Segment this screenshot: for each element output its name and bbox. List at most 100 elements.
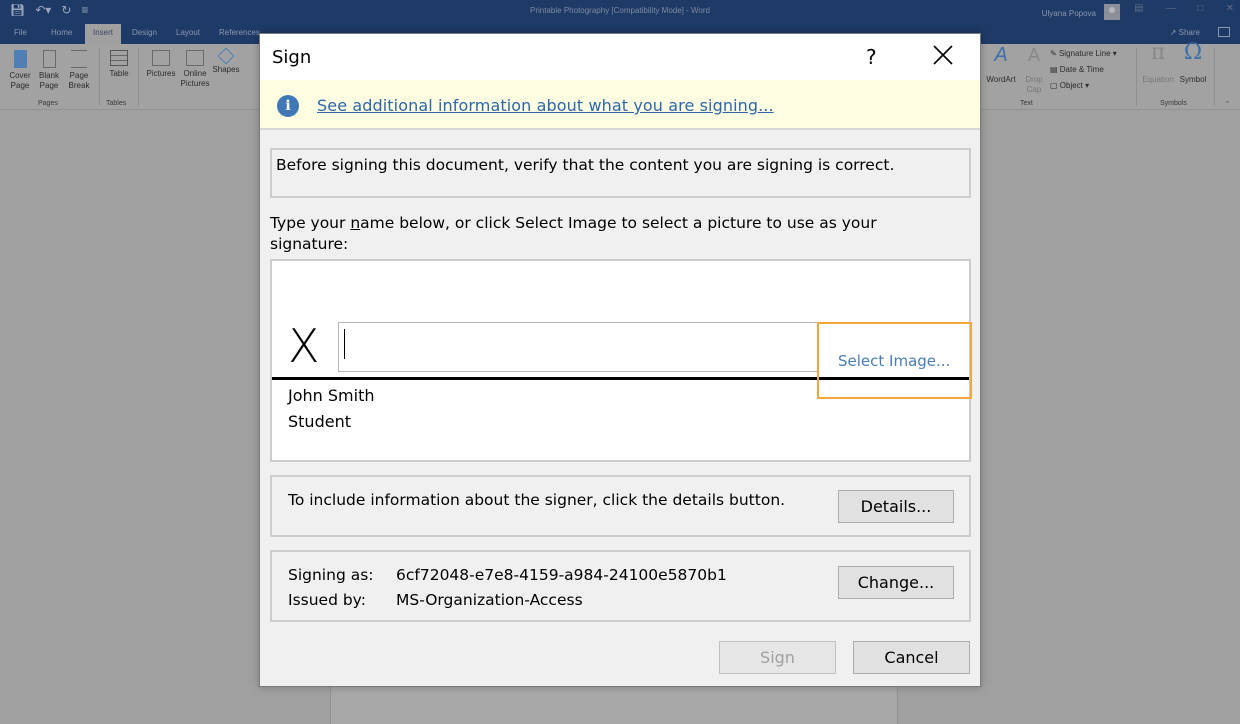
certificate-box: Signing as: 6cf72048-e7e8-4159-a984-2410… [270, 550, 971, 622]
signature-area: X Select Image... John Smith Student [270, 259, 972, 462]
minimize-icon[interactable]: — [1166, 3, 1176, 14]
page-break-button[interactable]: Page Break [64, 50, 94, 91]
change-button-label: Change... [857, 573, 935, 592]
close-icon [933, 45, 953, 65]
signature-instruction: Type your name below, or click Select Im… [270, 213, 920, 255]
group-label-pages: Pages [38, 100, 58, 107]
additional-info-link[interactable]: See additional information about what yo… [317, 96, 774, 115]
details-button-label: Details... [860, 497, 932, 516]
table-button[interactable]: Table [104, 50, 134, 79]
tab-home[interactable]: Home [51, 28, 72, 37]
comments-icon[interactable] [1218, 27, 1230, 37]
pictures-label: Pictures [146, 69, 176, 78]
cover-page-label: Cover Page [9, 71, 31, 90]
drop-cap-icon: A [1027, 45, 1040, 65]
signing-as-label: Signing as: [288, 566, 374, 584]
blank-page-button[interactable]: Blank Page [36, 50, 62, 91]
details-button[interactable]: Details... [838, 490, 954, 523]
wordart-icon: A [994, 44, 1008, 66]
wordart-button[interactable]: A WordArt [983, 44, 1019, 85]
user-account[interactable]: Ulyana Popova [1041, 4, 1120, 21]
select-image-label: Select Image... [838, 352, 951, 370]
sign-button-label: Sign [760, 648, 795, 667]
change-button[interactable]: Change... [838, 566, 954, 599]
blank-page-icon [42, 50, 56, 68]
group-label-text: Text [1020, 100, 1033, 107]
group-separator [1136, 48, 1137, 106]
table-label: Table [109, 69, 129, 78]
tab-layout[interactable]: Layout [176, 28, 200, 37]
pictures-icon [152, 50, 170, 66]
info-bar: i See additional information about what … [260, 80, 980, 130]
dialog-header: Sign ? [260, 34, 980, 80]
maximize-icon[interactable]: □ [1198, 3, 1204, 14]
close-button[interactable] [932, 44, 956, 68]
avatar[interactable] [1104, 4, 1120, 20]
share-label: Share [1178, 28, 1200, 37]
shapes-button[interactable]: Shapes [211, 47, 241, 75]
signer-title: Student [288, 412, 351, 431]
page-break-icon [71, 50, 87, 68]
group-label-symbols: Symbols [1160, 100, 1187, 107]
drop-cap-label: Drop Cap [1025, 75, 1043, 94]
tab-references[interactable]: References [219, 28, 260, 37]
date-time-button[interactable]: ▤ Date & Time [1050, 65, 1104, 75]
issued-by-value: MS-Organization-Access [396, 591, 583, 609]
date-time-icon: ▤ [1050, 65, 1060, 74]
select-image-link[interactable]: Select Image... [817, 322, 972, 399]
info-icon: i [277, 95, 299, 117]
date-time-label: Date & Time [1059, 65, 1104, 74]
instruction-accelerator: n [350, 214, 361, 232]
verify-message: Before signing this document, verify tha… [276, 156, 895, 174]
window-controls: ▤ — □ ✕ [1134, 3, 1234, 14]
help-button[interactable]: ? [866, 45, 877, 69]
signer-name: John Smith [288, 386, 375, 405]
equation-label: Equation [1142, 75, 1174, 84]
group-separator [99, 48, 100, 106]
cover-page-icon [13, 50, 27, 68]
dialog-title: Sign [272, 47, 312, 68]
table-icon [110, 50, 128, 66]
text-caret [344, 329, 345, 359]
sign-button[interactable]: Sign [719, 641, 836, 674]
instruction-text: ame below, or click Select Image to sele… [270, 214, 877, 253]
share-button[interactable]: ↗ Share [1170, 28, 1200, 37]
online-pictures-label: Online Pictures [180, 69, 210, 88]
tab-file[interactable]: File [14, 28, 27, 37]
verify-message-box: Before signing this document, verify tha… [270, 148, 971, 198]
wordart-label: WordArt [986, 75, 1016, 84]
online-pictures-button[interactable]: Online Pictures [179, 50, 211, 89]
tab-design[interactable]: Design [132, 28, 157, 37]
issued-by-label: Issued by: [288, 591, 366, 609]
cover-page-button[interactable]: Cover Page [6, 50, 34, 91]
object-button[interactable]: ▢ Object ▾ [1050, 81, 1089, 91]
close-icon[interactable]: ✕ [1226, 3, 1234, 14]
online-pictures-icon [186, 50, 204, 66]
shapes-icon [217, 47, 235, 65]
share-icon: ↗ [1169, 28, 1179, 37]
group-separator [138, 48, 139, 106]
symbol-icon: Ω [1183, 40, 1203, 65]
object-label: Object [1059, 81, 1083, 90]
instruction-text: Type your [270, 214, 351, 232]
tab-insert[interactable]: Insert [85, 24, 122, 44]
signature-line-button[interactable]: ✎ Signature Line ▾ [1050, 49, 1117, 59]
page-break-label: Page Break [68, 71, 90, 90]
sign-dialog: Sign ? i See additional information abou… [259, 33, 981, 687]
signature-name-input[interactable] [338, 322, 818, 372]
group-separator [1214, 48, 1215, 106]
pictures-button[interactable]: Pictures [144, 50, 178, 79]
cancel-button[interactable]: Cancel [853, 641, 970, 674]
ribbon-display-icon[interactable]: ▤ [1134, 3, 1143, 14]
drop-cap-button[interactable]: A Drop Cap [1022, 45, 1046, 95]
signature-line-icon: ✎ [1050, 49, 1059, 58]
cancel-button-label: Cancel [884, 648, 939, 667]
equation-button[interactable]: π Equation [1140, 42, 1176, 85]
user-name: Ulyana Popova [1041, 8, 1096, 18]
signature-line-label: Signature Line [1058, 49, 1111, 58]
blank-page-label: Blank Page [38, 71, 59, 90]
collapse-ribbon-icon[interactable]: ˆ [1226, 100, 1229, 110]
shapes-label: Shapes [212, 65, 240, 74]
symbol-button[interactable]: Ω Symbol [1176, 40, 1210, 85]
object-icon: ▢ [1050, 81, 1060, 90]
